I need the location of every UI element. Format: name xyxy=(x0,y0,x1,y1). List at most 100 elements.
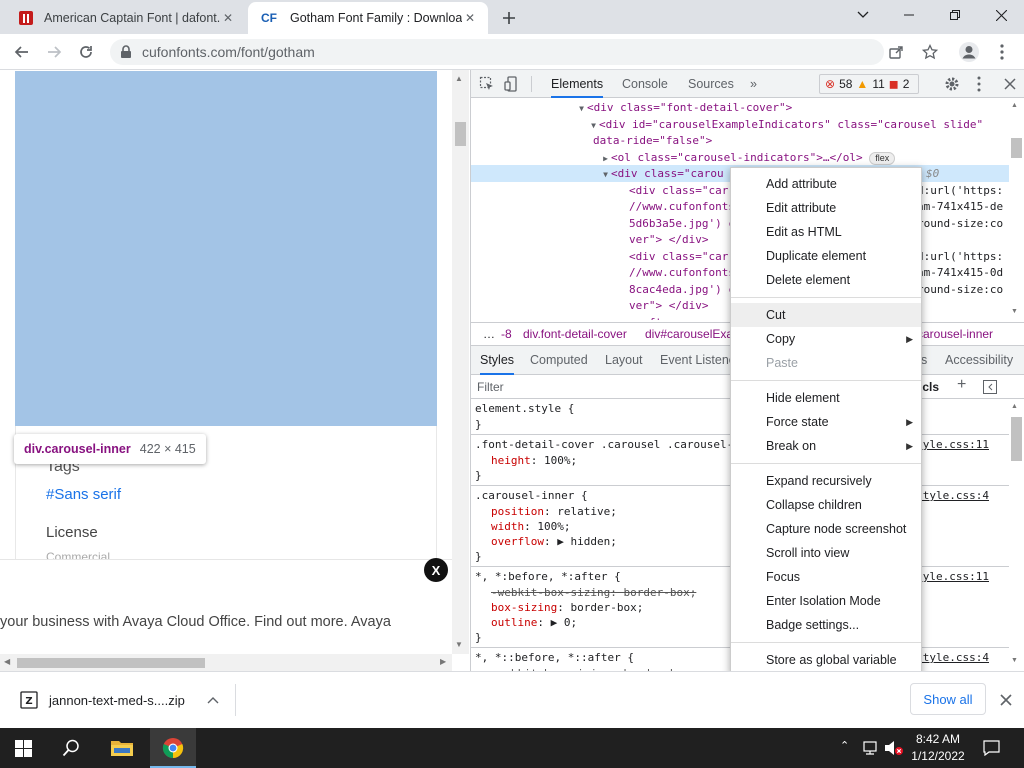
close-icon[interactable]: ✕ xyxy=(462,11,478,25)
page-vertical-scroll-thumb[interactable] xyxy=(455,122,466,146)
flex-badge[interactable]: flex xyxy=(869,151,896,165)
profile-button[interactable] xyxy=(955,38,983,66)
menu-item-break-on[interactable]: Break on ▶ xyxy=(731,434,921,458)
css-property[interactable]: overflow: ▶ hidden; xyxy=(491,534,617,549)
device-toolbar-icon[interactable] xyxy=(504,76,520,92)
css-selector[interactable]: .carousel-inner { xyxy=(475,488,588,503)
file-explorer-icon[interactable] xyxy=(110,738,134,758)
css-property[interactable]: width: 100%; xyxy=(491,519,571,534)
styles-scroll-thumb[interactable] xyxy=(1011,417,1022,461)
issues-counter[interactable]: ⊗ 58 ▲ 11 ◼ 2 xyxy=(819,74,920,94)
menu-item-cut[interactable]: Cut xyxy=(731,303,921,327)
menu-item-copy[interactable]: Copy ▶ xyxy=(731,327,921,351)
styles-subtab[interactable]: Event Listene xyxy=(660,346,736,375)
menu-item-focus[interactable]: Focus xyxy=(731,565,921,589)
menu-item-add-attribute[interactable]: Add attribute xyxy=(731,172,921,196)
breadcrumb-item[interactable]: div.font-detail-cover xyxy=(523,323,627,345)
windows-start-icon[interactable] xyxy=(15,740,32,757)
tab-dafont[interactable]: American Captain Font | dafont.c ✕ xyxy=(8,2,246,34)
menu-item-edit-as-html[interactable]: Edit as HTML xyxy=(731,220,921,244)
gear-icon[interactable] xyxy=(944,76,960,92)
scroll-up-icon[interactable]: ▲ xyxy=(455,74,463,83)
styles-subtab[interactable]: Layout xyxy=(605,346,643,375)
scroll-up-icon[interactable]: ▲ xyxy=(1011,102,1018,109)
minimize-button[interactable] xyxy=(886,0,932,30)
download-item[interactable]: Z jannon-text-med-s....zip xyxy=(12,684,236,716)
notifications-icon[interactable] xyxy=(983,740,1000,756)
inspect-element-icon[interactable] xyxy=(479,76,495,92)
expand-arrow-icon[interactable]: ▼ xyxy=(591,121,599,130)
tag-link[interactable]: #Sans serif xyxy=(46,486,121,503)
cls-toggle[interactable]: .cls xyxy=(919,380,939,394)
scroll-right-icon[interactable]: ▶ xyxy=(440,657,446,666)
css-selector[interactable]: element.style { xyxy=(475,401,574,416)
css-property[interactable]: position: relative; xyxy=(491,504,617,519)
chrome-taskbar-button[interactable] xyxy=(150,728,196,768)
menu-item-enter-isolation-mode[interactable]: Enter Isolation Mode xyxy=(731,589,921,613)
css-property[interactable]: -webkit-box-sizing: border-box; xyxy=(491,585,696,600)
styles-subtab[interactable]: Accessibility xyxy=(945,346,1013,375)
scroll-up-icon[interactable]: ▲ xyxy=(1011,403,1018,410)
chevron-up-icon[interactable] xyxy=(207,696,219,704)
breadcrumb-item[interactable]: -8 xyxy=(501,323,512,345)
menu-item-scroll-into-view[interactable]: Scroll into view xyxy=(731,541,921,565)
chrome-menu-button[interactable] xyxy=(988,38,1016,66)
menu-item-edit-attribute[interactable]: Edit attribute xyxy=(731,196,921,220)
add-rule-icon[interactable]: + xyxy=(957,376,966,394)
close-icon[interactable]: ✕ xyxy=(220,11,236,25)
tab-elements[interactable]: Elements xyxy=(551,70,604,98)
show-all-downloads-button[interactable]: Show all xyxy=(910,683,986,715)
expand-arrow-icon[interactable]: ▼ xyxy=(603,170,611,179)
ad-close-button[interactable]: X xyxy=(424,558,448,582)
scroll-down-icon[interactable]: ▼ xyxy=(1011,308,1018,315)
more-tabs-icon[interactable]: » xyxy=(750,70,757,98)
scroll-left-icon[interactable]: ◀ xyxy=(4,657,10,666)
new-tab-button[interactable] xyxy=(497,6,521,30)
page-horizontal-scroll-thumb[interactable] xyxy=(17,658,205,668)
css-selector[interactable]: *, *:before, *:after { xyxy=(475,569,621,584)
scroll-down-icon[interactable]: ▼ xyxy=(455,640,463,649)
more-vert-icon[interactable] xyxy=(977,76,981,92)
tab-sources[interactable]: Sources xyxy=(688,70,734,98)
breadcrumb-item[interactable]: carousel-inner xyxy=(917,323,993,345)
menu-item-force-state[interactable]: Force state ▶ xyxy=(731,410,921,434)
styles-subtab[interactable]: Computed xyxy=(530,346,588,375)
restore-button[interactable] xyxy=(932,0,978,30)
filter-input[interactable]: Filter xyxy=(477,380,504,394)
close-window-button[interactable] xyxy=(978,0,1024,30)
styles-scrollbar[interactable]: ▲ ▼ xyxy=(1008,399,1024,671)
close-icon[interactable] xyxy=(1000,694,1012,706)
menu-item-expand-recursively[interactable]: Expand recursively xyxy=(731,469,921,493)
menu-item-duplicate-element[interactable]: Duplicate element xyxy=(731,244,921,268)
scroll-down-icon[interactable]: ▼ xyxy=(1011,657,1018,664)
tab-cufonfonts[interactable]: CF Gotham Font Family : Download ✕ xyxy=(248,2,488,34)
dom-node-line[interactable]: ▼ <div id="carouselExampleIndicators" cla… xyxy=(471,116,1009,133)
taskbar-clock[interactable]: 8:42 AM 1/12/2022 xyxy=(903,731,973,765)
menu-item-collapse-children[interactable]: Collapse children xyxy=(731,493,921,517)
back-button[interactable] xyxy=(8,38,36,66)
menu-item-hide-element[interactable]: Hide element xyxy=(731,386,921,410)
close-icon[interactable] xyxy=(1004,78,1016,90)
breadcrumb-item[interactable]: div#carouselExa xyxy=(645,323,733,345)
breadcrumb-item[interactable]: … xyxy=(483,323,495,345)
expand-arrow-icon[interactable]: ▶ xyxy=(603,154,611,163)
tab-search-button[interactable] xyxy=(840,0,886,30)
css-selector[interactable]: .font-detail-cover .carousel .carousel- xyxy=(475,437,733,452)
dom-node-line[interactable]: ▶ <ol class="carousel-indicators">…</ol> … xyxy=(471,149,1009,166)
dom-tree-scroll-thumb[interactable] xyxy=(1011,138,1022,158)
css-source-link[interactable]: style.css:4 xyxy=(916,650,989,665)
forward-button[interactable] xyxy=(40,38,68,66)
css-property[interactable]: height: 100%; xyxy=(491,453,577,468)
menu-item-store-as-global-variable[interactable]: Store as global variable xyxy=(731,648,921,672)
menu-item-capture-node-screenshot[interactable]: Capture node screenshot xyxy=(731,517,921,541)
reload-button[interactable] xyxy=(72,38,100,66)
css-source-link[interactable]: style.css:4 xyxy=(916,488,989,503)
ad-text[interactable]: your business with Avaya Cloud Office. F… xyxy=(0,614,391,630)
tab-console[interactable]: Console xyxy=(622,70,668,98)
chevron-up-icon[interactable]: ⌃ xyxy=(840,739,849,752)
volume-muted-icon[interactable] xyxy=(884,740,904,756)
css-selector[interactable]: *, *::before, *::after { xyxy=(475,650,634,665)
address-bar[interactable]: cufonfonts.com/font/gotham xyxy=(110,39,938,65)
expand-arrow-icon[interactable]: ▼ xyxy=(579,104,587,113)
styles-subtab[interactable]: Styles xyxy=(480,346,515,375)
